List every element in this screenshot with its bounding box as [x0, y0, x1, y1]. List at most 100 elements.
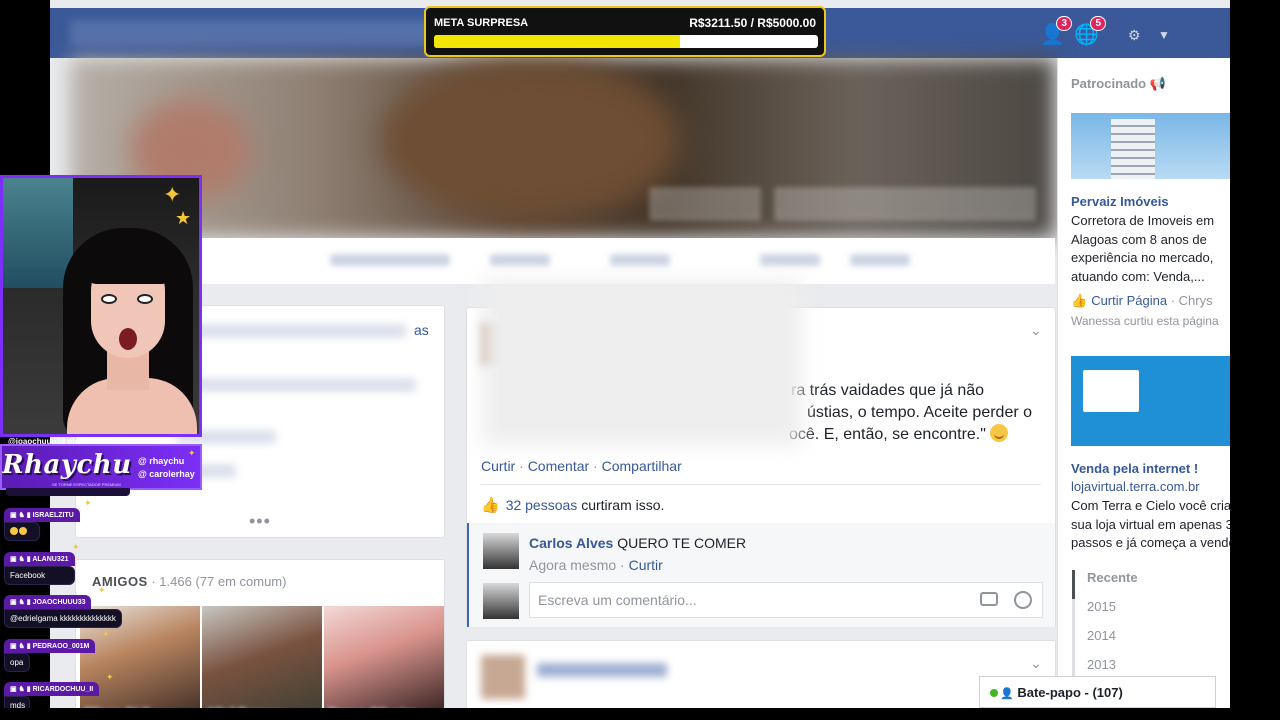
- chat-text: opa: [4, 653, 30, 672]
- webcam-frame: ✦ ★: [0, 175, 202, 437]
- chat-username: ▣ ♞ ▮ RICARDOCHUU_II: [4, 682, 100, 696]
- likes-count[interactable]: 32 pessoas: [506, 497, 578, 513]
- comment-like-link[interactable]: Curtir: [629, 557, 663, 573]
- star-icon: ★: [175, 208, 192, 228]
- ad-desc: passos e já começa a vende: [1071, 535, 1230, 550]
- sparkle-icon: ✦: [188, 448, 196, 458]
- comment-area: Carlos Alves QUERO TE COMER Agora mesmo …: [467, 523, 1055, 627]
- ad-desc: Corretora de Imoveis em: [1071, 213, 1215, 228]
- ad-image-building[interactable]: [1071, 113, 1230, 179]
- comment-placeholder: Escreva um comentário...: [538, 592, 697, 608]
- post-text-line: ra trás vaidades que já não: [791, 382, 985, 399]
- comment-input[interactable]: Escreva um comentário...: [529, 582, 1043, 618]
- post-actions: Curtir · Comentar · Compartilhar: [481, 458, 682, 474]
- year-2014[interactable]: 2014: [1075, 628, 1222, 657]
- megaphone-icon: 📢: [1149, 76, 1166, 91]
- chat-username: ▣ ♞ ▮ ALANU321: [4, 552, 75, 566]
- friend-requests-icon[interactable]: 👤 3: [1040, 16, 1072, 48]
- comment: Carlos Alves QUERO TE COMER: [529, 535, 746, 551]
- notifications-badge: 5: [1090, 16, 1106, 31]
- online-dot-icon: [990, 689, 998, 697]
- account-menu-icon[interactable]: ▼: [1158, 22, 1184, 48]
- thumbs-up-icon: 👍: [1071, 293, 1088, 308]
- chevron-down-icon[interactable]: ⌄: [1030, 322, 1042, 339]
- partial-link[interactable]: as: [414, 322, 429, 338]
- chat-username: ▣ ♞ ▮ JOAOCHUUU33: [4, 595, 92, 609]
- chat-message: ▣ ♞ ▮ PEDRAOO_001M ✦ opa: [4, 629, 110, 672]
- sparkle-icon: ✦: [98, 585, 106, 595]
- instagram-handle: @ rhaychu: [138, 456, 185, 466]
- chevron-down-icon[interactable]: ⌄: [1030, 655, 1042, 672]
- like-page-button[interactable]: 👍 Curtir Página · Chrys: [1071, 293, 1213, 309]
- post-author-blurred[interactable]: [537, 663, 667, 677]
- relieved-emoji-icon: [990, 424, 1009, 442]
- like-link[interactable]: Curtir: [481, 458, 515, 474]
- timeline-years: Recente: [1072, 570, 1222, 599]
- comment-meta: Agora mesmo · Curtir: [529, 557, 663, 573]
- quick-help-icon[interactable]: ⚙: [1128, 22, 1154, 48]
- ad-image-store[interactable]: [1071, 356, 1230, 446]
- ad-desc: Alagoas com 8 anos de: [1071, 231, 1207, 247]
- censor-blur: [482, 280, 802, 445]
- timeline-years-rest: 2015 2014 2013: [1072, 599, 1222, 686]
- chat-username: ▣ ♞ ▮ ISRAELZITU: [4, 508, 80, 522]
- sparkle-icon: ✦: [106, 672, 114, 682]
- cover-button-blurred[interactable]: [775, 188, 1035, 220]
- post-text-line: ústias, o tempo. Aceite perder o: [807, 404, 1033, 421]
- comment-author[interactable]: Carlos Alves: [529, 535, 613, 551]
- chat-message: ▣ ♞ ▮ JOAOCHUUU33 ✦ @edrielgama kkkkkkkk…: [4, 585, 122, 628]
- sparkle-icon: ✦: [102, 629, 110, 639]
- goal-progress-fill: [434, 35, 680, 48]
- streamer-brand: Rhaychu SE TORNE ESPECTADOR PREMIUM @ rh…: [0, 444, 202, 490]
- ad-title[interactable]: Pervaiz Imóveis: [1071, 194, 1169, 209]
- friend-photo[interactable]: Bruna Oliveira: [324, 606, 444, 708]
- post-avatar-blurred[interactable]: [481, 655, 525, 699]
- globe-notifications-icon[interactable]: 🌐 5: [1074, 16, 1106, 48]
- friends-card: AMIGOS · 1.466 (77 em comum) Eliane Didi…: [75, 559, 445, 708]
- friend-requests-badge: 3: [1056, 16, 1072, 31]
- post-text-line-3: ocê. E, então, se encontre.": [789, 424, 1009, 446]
- thumbs-up-icon: 👍: [481, 497, 500, 514]
- chat-text: [4, 522, 40, 541]
- social-handles: @ rhaychu @ carolerhay: [138, 455, 195, 481]
- chat-bar[interactable]: 👤 Bate-papo - (107): [979, 676, 1216, 708]
- ad-desc: Com Terra e Cielo você cria: [1071, 498, 1230, 513]
- camera-icon[interactable]: [980, 592, 998, 606]
- own-avatar: [483, 583, 519, 619]
- brand-tagline: SE TORNE ESPECTADOR PREMIUM: [52, 482, 121, 487]
- chat-username: ▣ ♞ ▮ PEDRAOO_001M: [4, 639, 96, 653]
- star-icon: ✦: [163, 182, 182, 207]
- divider: [481, 484, 1041, 485]
- share-link[interactable]: Compartilhar: [602, 458, 682, 474]
- cover-button-blurred[interactable]: [650, 188, 760, 220]
- goal-label: META SURPRESA: [434, 17, 529, 29]
- comment-time: Agora mesmo: [529, 557, 617, 573]
- friends-count: · 1.466 (77 em comum): [151, 574, 287, 589]
- ad-desc: atuando com: Venda,...: [1071, 268, 1205, 284]
- post-card-2: ⌄: [466, 640, 1056, 708]
- sparkle-icon: ✦: [72, 542, 80, 552]
- profile-tabs-blurred: [70, 238, 1055, 284]
- year-recent[interactable]: Recente: [1075, 570, 1222, 599]
- cover-blob: [380, 60, 680, 220]
- brand-name: Rhaychu: [2, 450, 132, 480]
- comment-text: QUERO TE COMER: [617, 535, 747, 551]
- chat-text: Facebook: [4, 566, 75, 585]
- ad-desc: sua loja virtual em apenas 3: [1071, 516, 1230, 532]
- facebook-page: 👤 3 🌐 5 ⚙ ▼ as ••• AMIGOS · 1.466 (77 em…: [50, 0, 1230, 708]
- ad-link[interactable]: lojavirtual.terra.com.br: [1071, 479, 1200, 494]
- comment-link[interactable]: Comentar: [528, 458, 589, 474]
- friend-photo[interactable]: Allef Ramos: [202, 606, 322, 708]
- chat-message: ▣ ♞ ▮ ALANU321 ✦ Facebook: [4, 542, 80, 585]
- chat-bar-label: Bate-papo - (107): [1017, 685, 1123, 700]
- ad-title[interactable]: Venda pela internet !: [1071, 461, 1198, 476]
- more-dots[interactable]: •••: [249, 511, 271, 532]
- year-2015[interactable]: 2015: [1075, 599, 1222, 628]
- goal-amount: R$3211.50 / R$5000.00: [689, 16, 816, 30]
- commenter-avatar[interactable]: [483, 533, 519, 569]
- stream-scene: 👤 3 🌐 5 ⚙ ▼ as ••• AMIGOS · 1.466 (77 em…: [0, 0, 1280, 720]
- emoji-icon[interactable]: [1014, 591, 1032, 609]
- tiktok-handle: @ carolerhay: [138, 469, 195, 479]
- ad-liked-by: Wanessa curtiu esta página: [1071, 314, 1219, 328]
- right-column: Patrocinado 📢 Pervaiz Imóveis Corretora …: [1057, 58, 1230, 708]
